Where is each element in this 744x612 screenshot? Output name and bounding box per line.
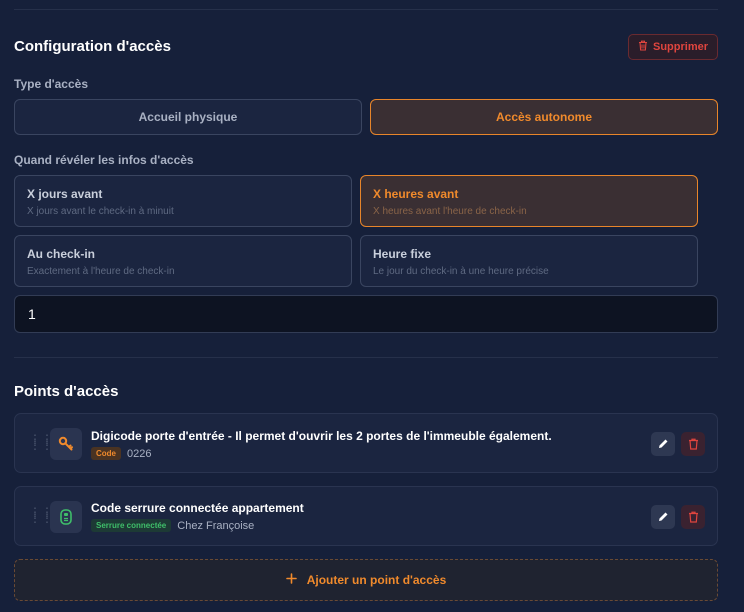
- pencil-icon: [659, 512, 668, 521]
- access-point-meta: Code 0226: [91, 447, 151, 460]
- type-badge: Code: [91, 447, 121, 460]
- add-access-point-button[interactable]: Ajouter un point d'accès: [14, 559, 718, 601]
- key-icon: [50, 428, 82, 460]
- reveal-option-at-checkin[interactable]: Au check-in Exactement à l'heure de chec…: [14, 235, 352, 287]
- hours-before-input[interactable]: [14, 295, 718, 333]
- reveal-option-desc: X heures avant l'heure de check-in: [373, 206, 527, 217]
- section-divider: [14, 357, 718, 358]
- reveal-option-title: Heure fixe: [373, 247, 432, 261]
- delete-access-point-button[interactable]: [681, 432, 705, 456]
- pencil-icon: [659, 439, 668, 448]
- delete-access-point-button[interactable]: [681, 505, 705, 529]
- access-point-name: Digicode porte d'entrée - Il permet d'ou…: [91, 429, 552, 443]
- access-point-meta: Serrure connectée Chez Françoise: [91, 519, 254, 532]
- reveal-option-desc: X jours avant le check-in à minuit: [27, 206, 174, 217]
- access-point-value: 0226: [127, 447, 152, 460]
- reveal-option-desc: Exactement à l'heure de check-in: [27, 266, 175, 277]
- type-option-label: Accueil physique: [138, 110, 238, 124]
- access-type-label: Type d'accès: [14, 77, 89, 91]
- reveal-option-desc: Le jour du check-in à une heure précise: [373, 266, 549, 277]
- top-divider: [14, 9, 718, 10]
- delete-button-label: Supprimer: [652, 41, 708, 53]
- type-badge: Serrure connectée: [91, 519, 172, 532]
- reveal-option-title: X heures avant: [373, 187, 459, 201]
- reveal-option-title: Au check-in: [27, 247, 96, 261]
- edit-button[interactable]: [651, 432, 675, 456]
- type-option-autonomous[interactable]: Accès autonome: [370, 99, 718, 135]
- smart-lock-icon: [50, 501, 82, 533]
- access-point-value: Chez Françoise: [177, 519, 255, 532]
- add-access-point-label: Ajouter un point d'accès: [306, 573, 447, 587]
- trash-icon: [638, 40, 648, 54]
- access-points-title: Points d'accès: [14, 383, 119, 400]
- trash-icon: [688, 511, 698, 523]
- reveal-option-hours-before[interactable]: X heures avant X heures avant l'heure de…: [360, 175, 698, 227]
- reveal-option-title: X jours avant: [27, 187, 103, 201]
- reveal-timing-label: Quand révéler les infos d'accès: [14, 153, 194, 167]
- trash-icon: [688, 438, 698, 450]
- access-point-card: ⋮⋮ ⋮⋮ Digicode porte d'entrée - Il permet…: [14, 413, 718, 473]
- access-point-name: Code serrure connectée appartement: [91, 501, 304, 515]
- type-option-label: Accès autonome: [495, 110, 593, 124]
- reveal-option-days-before[interactable]: X jours avant X jours avant le check-in …: [14, 175, 352, 227]
- access-config-title: Configuration d'accès: [14, 38, 171, 55]
- reveal-option-fixed-time[interactable]: Heure fixe Le jour du check-in à une heu…: [360, 235, 698, 287]
- delete-button[interactable]: Supprimer: [628, 34, 718, 60]
- plus-icon: [285, 573, 297, 587]
- access-point-card: ⋮⋮ ⋮⋮ Code serrure connectée appartement …: [14, 486, 718, 546]
- edit-button[interactable]: [651, 505, 675, 529]
- type-option-physical[interactable]: Accueil physique: [14, 99, 362, 135]
